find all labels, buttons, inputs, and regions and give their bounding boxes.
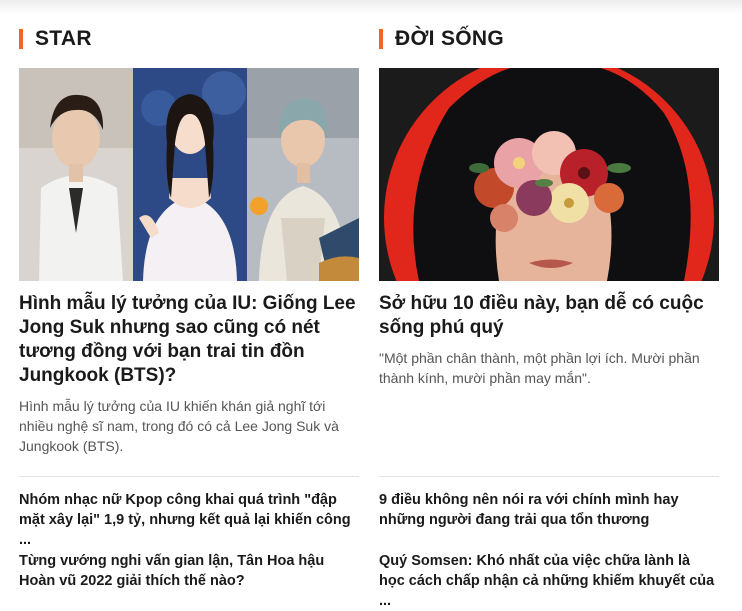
- article-summary: "Một phần chân thành, một phần lợi ích. …: [379, 350, 700, 386]
- hero-image-flower-face[interactable]: [379, 68, 719, 281]
- section-accent-bar: [19, 29, 23, 49]
- related-article-link[interactable]: Từng vướng nghi vấn gian lận, Tân Hoa hậ…: [19, 551, 359, 591]
- hero-image-celebrities[interactable]: [19, 68, 359, 281]
- section-title[interactable]: ĐỜI SỐNG: [395, 27, 504, 51]
- related-article-link[interactable]: 9 điều không nên nói ra với chính mình h…: [379, 490, 719, 530]
- article-headline[interactable]: Sở hữu 10 điều này, bạn dễ có cuộc sống …: [379, 292, 719, 340]
- section-header-star[interactable]: STAR: [19, 26, 92, 52]
- divider: [379, 476, 719, 477]
- article-headline[interactable]: Hình mẫu lý tưởng của IU: Giống Lee Jong…: [19, 292, 359, 388]
- top-shadow: [0, 0, 742, 14]
- section-header-doi-song[interactable]: ĐỜI SỐNG: [379, 26, 504, 52]
- related-article-link[interactable]: Nhóm nhạc nữ Kpop công khai quá trình "đ…: [19, 490, 359, 550]
- section-title[interactable]: STAR: [35, 27, 92, 51]
- section-accent-bar: [379, 29, 383, 49]
- divider: [19, 476, 359, 477]
- article-summary: Hình mẫu lý tưởng của IU khiến khán giả …: [19, 398, 339, 454]
- related-article-link[interactable]: Quý Somsen: Khó nhất của việc chữa lành …: [379, 551, 719, 611]
